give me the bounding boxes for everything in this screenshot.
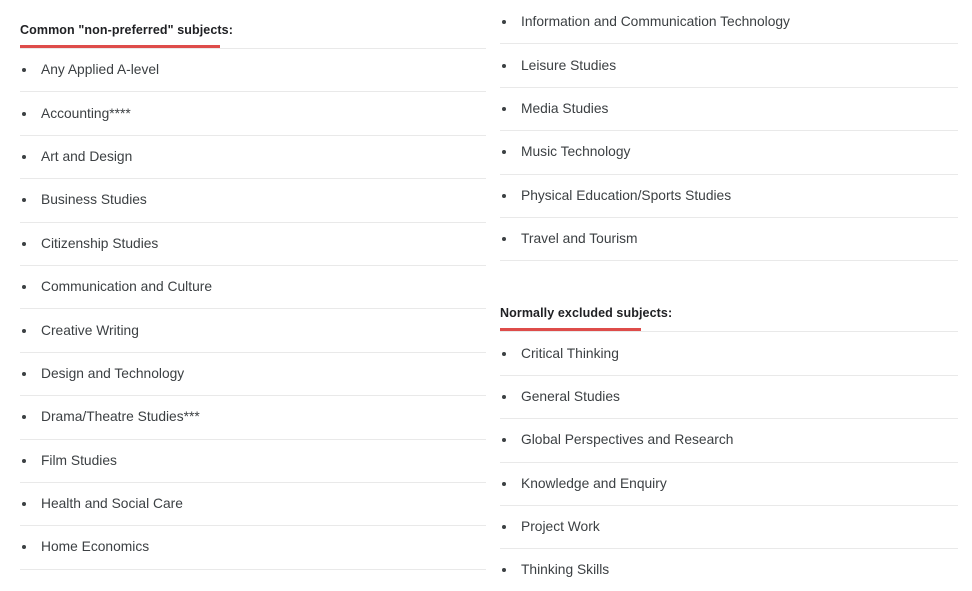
non-preferred-subject-list: Any Applied A-level Accounting**** Art and… [20,48,486,569]
subject-label: Leisure Studies [521,57,617,73]
subject-label: Home Economics [41,539,150,555]
subject-list-item[interactable]: Physical Education/Sports Studies [500,173,958,217]
subject-label: Music Technology [521,144,631,160]
subject-label: Project Work [521,519,600,535]
subject-label: Information and Communication Technology [521,14,790,30]
bullet-icon [22,154,26,159]
subject-list-item[interactable]: Art and Design [20,134,486,178]
subject-label: Knowledge and Enquiry [521,475,667,491]
subject-list-item[interactable]: Citizenship Studies [20,221,486,265]
subject-list-item[interactable]: Any Applied A-level [20,48,486,91]
subject-list-item[interactable]: Leisure Studies [500,43,958,86]
left-list-end-divider [20,568,486,570]
bullet-icon [502,351,506,356]
subject-list-item[interactable]: Design and Technology [20,351,486,395]
subject-list-item[interactable]: Thinking Skills [500,548,958,591]
bullet-icon [22,198,26,203]
subject-list-item[interactable]: General Studies [500,374,958,418]
subjects-page: Common "non-preferred" subjects: Any App… [0,0,972,591]
bullet-icon [502,106,506,111]
bullet-icon [22,458,26,463]
subject-label: Art and Design [41,148,133,164]
bullet-icon [22,371,26,376]
bullet-icon [22,68,26,73]
bullet-icon [22,285,26,290]
non-preferred-heading: Common "non-preferred" subjects: [20,23,233,37]
bullet-icon [22,415,26,420]
subject-list-item[interactable]: Home Economics [20,525,486,568]
non-preferred-subject-list-continued: Information and Communication Technology… [500,0,972,260]
excluded-heading: Normally excluded subjects: [500,306,673,321]
subject-list-item[interactable]: Travel and Tourism [500,216,958,260]
subject-list-item[interactable]: Film Studies [20,438,486,482]
subject-label: Global Perspectives and Research [521,432,734,448]
subject-list-item[interactable]: Information and Communication Technology [500,0,958,43]
bullet-icon [502,481,506,486]
subject-list-item[interactable]: Project Work [500,504,958,548]
right-column: Information and Communication Technology… [486,0,972,591]
bullet-icon [22,502,26,507]
subject-label: Film Studies [41,452,117,468]
subject-label: General Studies [521,388,620,404]
subject-label: Creative Writing [41,322,139,338]
left-column: Common "non-preferred" subjects: Any App… [0,0,486,591]
subject-list-item[interactable]: Global Perspectives and Research [500,418,958,461]
subject-list-item[interactable]: Health and Social Care [20,481,486,525]
bullet-icon [22,328,26,333]
subject-list-item[interactable]: Knowledge and Enquiry [500,461,958,505]
bullet-icon [502,20,506,25]
subject-label: Thinking Skills [521,562,610,578]
subject-label: Design and Technology [41,365,185,381]
subject-list-item[interactable]: Creative Writing [20,308,486,351]
subject-label: Citizenship Studies [41,235,159,251]
bullet-icon [502,63,506,68]
subject-label: Accounting**** [41,105,131,121]
subject-label: Physical Education/Sports Studies [521,187,732,203]
subject-list-item[interactable]: Accounting**** [20,91,486,134]
bullet-icon [502,150,506,155]
subject-list-item[interactable]: Business Studies [20,178,486,221]
bullet-icon [22,545,26,550]
subject-list-item[interactable]: Communication and Culture [20,264,486,308]
bullet-icon [502,193,506,198]
bullet-icon [502,394,506,399]
bullet-icon [22,241,26,246]
bullet-icon [502,438,506,443]
bullet-icon [22,111,26,116]
subject-label: Health and Social Care [41,496,183,512]
excluded-heading-block: Normally excluded subjects: [500,283,972,332]
non-preferred-heading-block: Common "non-preferred" subjects: [20,0,486,48]
subject-label: Travel and Tourism [521,231,638,247]
bullet-icon [502,525,506,530]
subject-list-item[interactable]: Drama/Theatre Studies*** [20,395,486,438]
subject-label: Drama/Theatre Studies*** [41,409,200,425]
excluded-subject-list: Critical Thinking General Studies Global P… [500,331,972,591]
subject-label: Critical Thinking [521,345,619,361]
subject-label: Communication and Culture [41,279,213,295]
bullet-icon [502,568,506,573]
subject-list-item[interactable]: Music Technology [500,130,958,173]
two-column-layout: Common "non-preferred" subjects: Any App… [0,0,972,591]
subject-label: Any Applied A-level [41,62,160,78]
subject-label: Media Studies [521,100,609,116]
subject-label: Business Studies [41,192,147,208]
subject-list-item[interactable]: Media Studies [500,86,958,130]
bullet-icon [502,237,506,242]
subject-list-item[interactable]: Critical Thinking [500,331,958,374]
